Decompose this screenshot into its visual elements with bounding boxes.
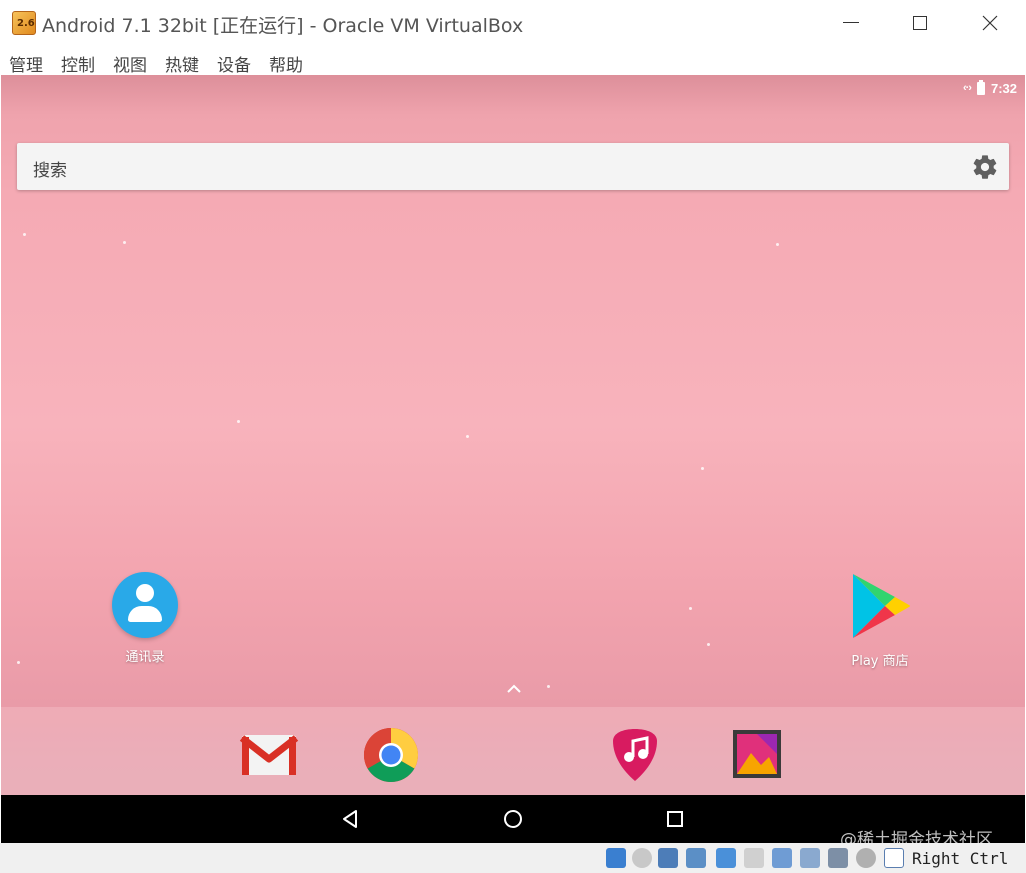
keyboard-capture-icon[interactable] [884,848,904,868]
gmail-icon[interactable] [239,727,299,783]
virtualbox-icon-text: 2.6 [17,18,35,29]
music-icon[interactable] [605,727,665,783]
wallpaper-sparkle [17,661,20,664]
app-play-label: Play 商店 [851,654,909,669]
wallpaper-sparkle [237,420,240,423]
search-bar[interactable]: 搜索 [17,143,1009,190]
menu-devices[interactable]: 设备 [217,51,251,76]
menu-control[interactable]: 控制 [61,51,95,76]
menu-manage[interactable]: 管理 [9,51,43,76]
optical-drive-icon[interactable] [632,848,652,868]
chrome-icon[interactable] [361,727,421,783]
chevron-up-icon[interactable] [506,683,522,695]
close-button[interactable] [967,0,1013,45]
status-time: 7:32 [990,80,1017,96]
vm-status-bar: Right Ctrl [0,843,1026,873]
android-screen[interactable]: ‹·› 7:32 搜索 通讯录 Play 商店 [1,75,1025,843]
audio-icon[interactable] [658,848,678,868]
battery-icon [976,79,985,95]
menu-hotkeys[interactable]: 热键 [165,51,199,76]
recording-icon[interactable] [800,848,820,868]
maximize-icon [913,15,927,30]
android-status-bar: ‹·› 7:32 [963,79,1017,97]
wallpaper-sparkle [689,607,692,610]
contacts-icon-body [128,606,162,622]
network-icon: ‹·› [962,82,972,94]
network-adapter-icon[interactable] [686,848,706,868]
contacts-icon [112,572,178,638]
wallpaper-sparkle [701,467,704,470]
back-icon[interactable] [339,807,363,831]
window-title: Android 7.1 32bit [正在运行] - Oracle VM Vir… [42,15,524,37]
host-key-label: Right Ctrl [912,849,1009,868]
window-title-bar: 2.6 Android 7.1 32bit [正在运行] - Oracle VM… [0,0,1026,45]
app-play-store[interactable]: Play 商店 [825,572,935,669]
gear-icon[interactable] [971,153,999,181]
recents-icon[interactable] [663,807,687,831]
wallpaper-sparkle [23,233,26,236]
close-icon [982,15,998,30]
cpu-icon[interactable] [828,848,848,868]
hard-disk-icon[interactable] [606,848,626,868]
menu-bar: 管理 控制 视图 热键 设备 帮助 [0,45,1026,76]
usb-icon[interactable] [716,848,736,868]
wallpaper-sparkle [776,243,779,246]
virtualbox-icon: 2.6 [12,11,36,35]
display-icon[interactable] [772,848,792,868]
wallpaper-sparkle [547,685,550,688]
shared-folders-icon[interactable] [744,848,764,868]
app-contacts[interactable]: 通讯录 [90,572,200,665]
search-label: 搜索 [33,161,67,181]
wallpaper-sparkle [123,241,126,244]
app-contacts-label: 通讯录 [125,650,165,665]
menu-view[interactable]: 视图 [113,51,147,76]
maximize-button[interactable] [897,0,943,45]
minimize-button[interactable] [828,0,874,45]
contacts-icon-head [136,584,154,602]
menu-help[interactable]: 帮助 [269,51,303,76]
mouse-integration-icon[interactable] [856,848,876,868]
home-icon[interactable] [501,807,525,831]
wallpaper-sparkle [707,643,710,646]
wallpaper-sparkle [466,435,469,438]
dock [1,707,1025,795]
gallery-icon[interactable] [727,727,787,783]
play-store-icon [853,574,910,638]
minimize-icon [843,22,859,23]
